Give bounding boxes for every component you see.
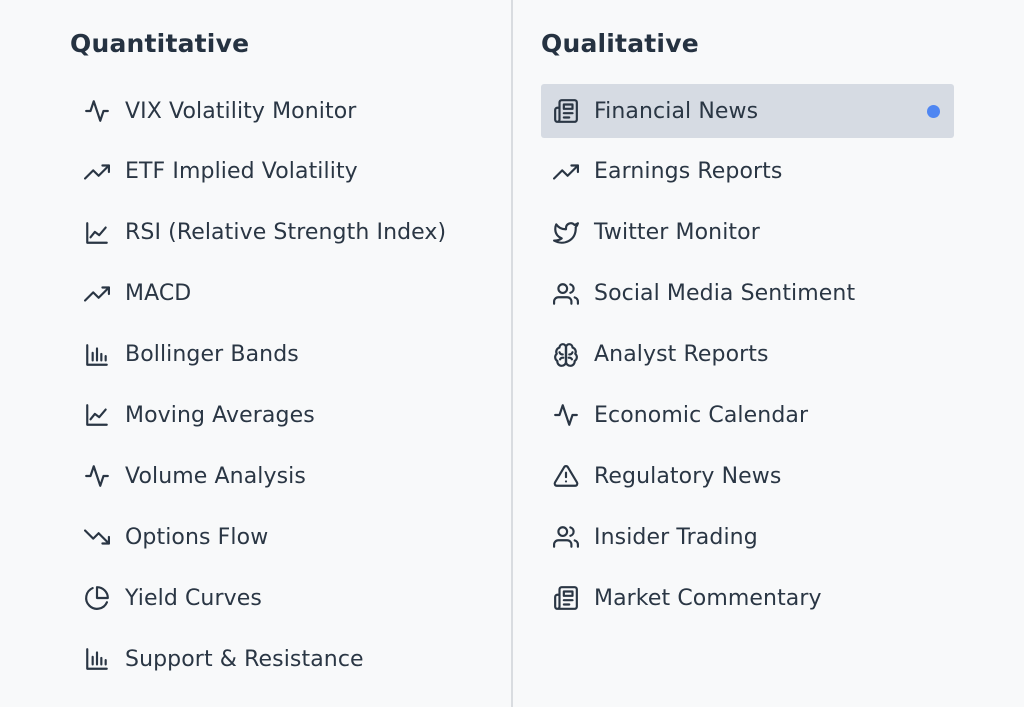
bar-chart-icon — [84, 342, 110, 368]
menu-item-analyst-reports[interactable]: Analyst Reports — [541, 328, 954, 382]
line-chart-icon — [84, 220, 110, 246]
activity-icon — [84, 98, 110, 124]
twitter-icon — [553, 220, 579, 246]
menu-item-twitter-monitor[interactable]: Twitter Monitor — [541, 206, 954, 260]
menu-item-bollinger-bands[interactable]: Bollinger Bands — [72, 328, 482, 382]
menu-item-insider-trading[interactable]: Insider Trading — [541, 510, 954, 564]
menu-item-macd[interactable]: MACD — [72, 267, 482, 321]
menu-item-label: Financial News — [594, 98, 759, 124]
menu-item-vix-volatility-monitor[interactable]: VIX Volatility Monitor — [72, 84, 482, 138]
line-chart-icon — [84, 402, 110, 428]
quantitative-list: VIX Volatility Monitor ETF Implied Volati… — [72, 84, 482, 693]
menu-item-social-media-sentiment[interactable]: Social Media Sentiment — [541, 267, 954, 321]
menu-item-label: Volume Analysis — [125, 463, 306, 489]
menu-item-label: Moving Averages — [125, 402, 315, 428]
menu-item-label: ETF Implied Volatility — [125, 159, 358, 185]
menu-item-etf-implied-volatility[interactable]: ETF Implied Volatility — [72, 145, 482, 199]
menu-item-rsi-relative-strength-index[interactable]: RSI (Relative Strength Index) — [72, 206, 482, 260]
menu-item-regulatory-news[interactable]: Regulatory News — [541, 449, 954, 503]
page: Quantitative VIX Volatility Monitor ETF I… — [0, 0, 1024, 707]
active-indicator-dot — [927, 105, 940, 118]
menu-item-label: Economic Calendar — [594, 402, 809, 428]
trending-up-icon — [84, 159, 110, 185]
menu-item-label: RSI (Relative Strength Index) — [125, 220, 447, 246]
qualitative-heading: Qualitative — [541, 29, 699, 58]
menu-item-support-and-resistance[interactable]: Support & Resistance — [72, 632, 482, 686]
bar-chart-icon — [84, 646, 110, 672]
menu-item-yield-curves[interactable]: Yield Curves — [72, 571, 482, 625]
menu-item-label: Market Commentary — [594, 585, 822, 611]
menu-item-label: Earnings Reports — [594, 159, 783, 185]
newspaper-icon — [553, 585, 579, 611]
qualitative-column: Qualitative Financial News Earnings Repor… — [513, 0, 1024, 707]
trending-up-icon — [84, 281, 110, 307]
menu-item-label: Regulatory News — [594, 463, 782, 489]
menu-item-label: Yield Curves — [125, 585, 262, 611]
alert-triangle-icon — [553, 463, 579, 489]
menu-item-label: Options Flow — [125, 524, 269, 550]
menu-item-label: Support & Resistance — [125, 646, 364, 672]
menu-item-label: Twitter Monitor — [594, 220, 760, 246]
menu-item-financial-news[interactable]: Financial News — [541, 84, 954, 138]
menu-item-label: Analyst Reports — [594, 342, 769, 368]
menu-item-economic-calendar[interactable]: Economic Calendar — [541, 388, 954, 442]
users-icon — [553, 281, 579, 307]
quantitative-heading: Quantitative — [70, 29, 250, 58]
brain-icon — [553, 342, 579, 368]
quantitative-column: Quantitative VIX Volatility Monitor ETF I… — [0, 0, 511, 707]
trending-down-icon — [84, 524, 110, 550]
menu-item-label: MACD — [125, 281, 192, 307]
newspaper-icon — [553, 98, 579, 124]
menu-item-label: Insider Trading — [594, 524, 758, 550]
menu-item-label: Social Media Sentiment — [594, 281, 856, 307]
qualitative-list: Financial News Earnings Reports Twitter Mo… — [541, 84, 954, 632]
menu-item-moving-averages[interactable]: Moving Averages — [72, 388, 482, 442]
activity-icon — [84, 463, 110, 489]
menu-item-label: Bollinger Bands — [125, 342, 299, 368]
menu-item-volume-analysis[interactable]: Volume Analysis — [72, 449, 482, 503]
trending-up-icon — [553, 159, 579, 185]
menu-item-label: VIX Volatility Monitor — [125, 98, 357, 124]
menu-item-market-commentary[interactable]: Market Commentary — [541, 571, 954, 625]
menu-item-earnings-reports[interactable]: Earnings Reports — [541, 145, 954, 199]
pie-chart-icon — [84, 585, 110, 611]
users-icon — [553, 524, 579, 550]
activity-icon — [553, 402, 579, 428]
menu-item-options-flow[interactable]: Options Flow — [72, 510, 482, 564]
